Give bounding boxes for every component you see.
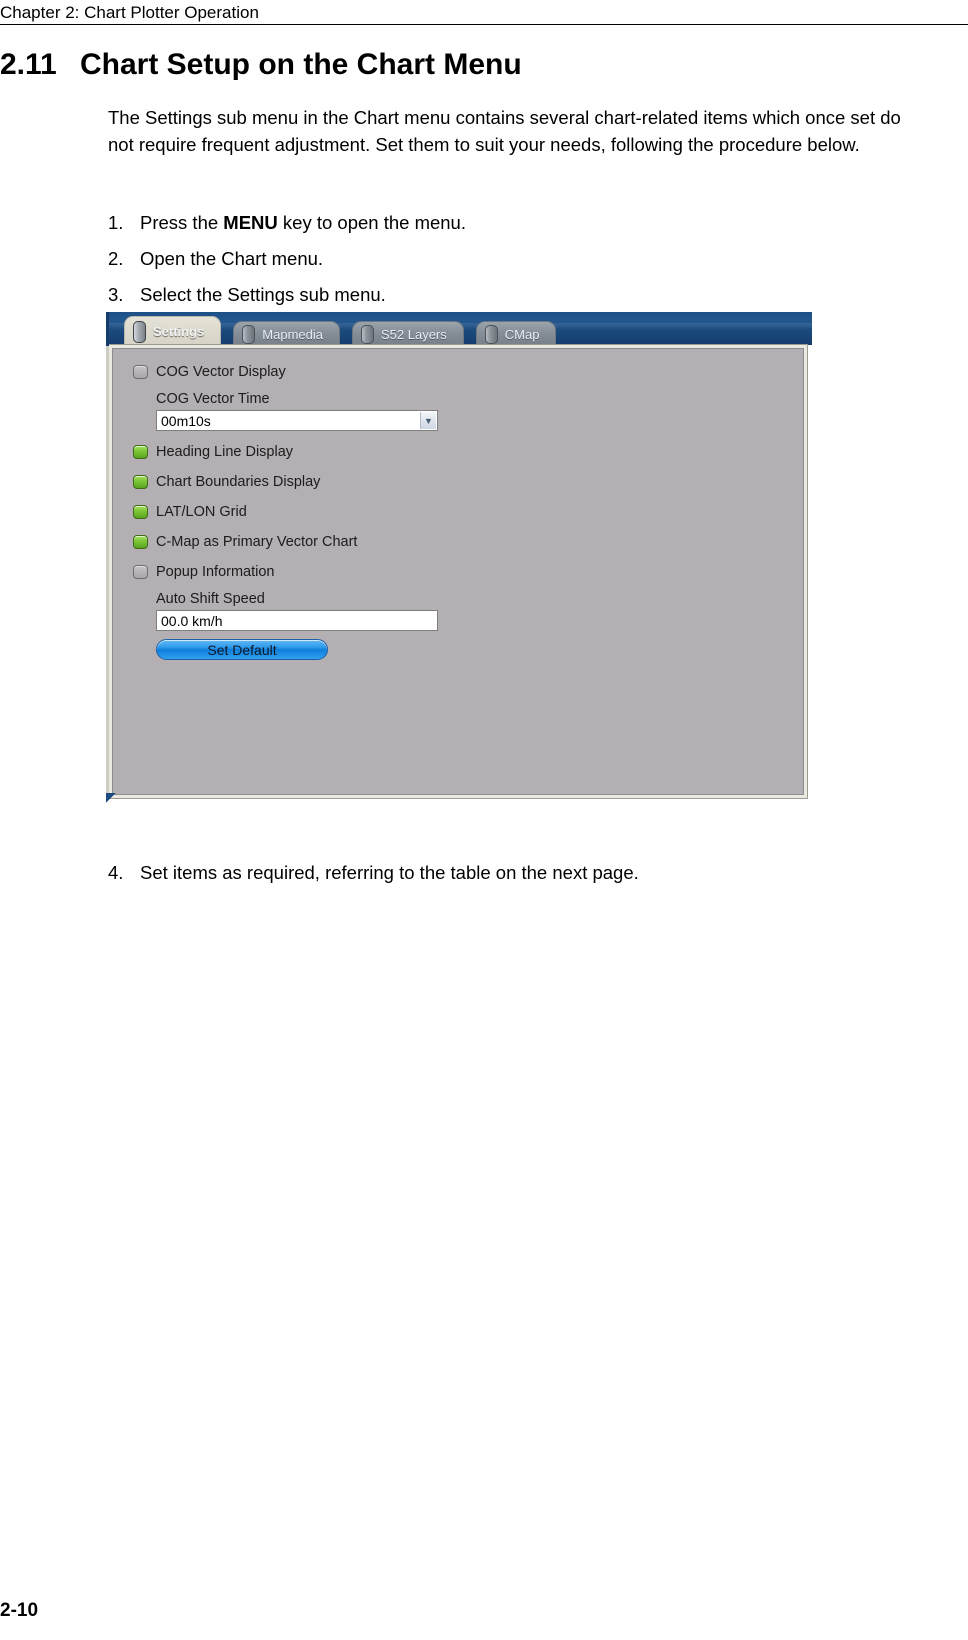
setting-label: C-Map as Primary Vector Chart <box>156 534 358 550</box>
step-text-pre: Select the Settings sub menu. <box>140 284 386 305</box>
tab-mapmedia[interactable]: Mapmedia <box>233 321 340 346</box>
step-text: Open the Chart menu. <box>140 241 323 277</box>
tab-knob-icon <box>133 320 146 343</box>
step-text: Press the MENU key to open the menu. <box>140 205 466 241</box>
section-title: Chart Setup on the Chart Menu <box>80 48 522 81</box>
settings-screenshot-figure: Settings Mapmedia S52 Layers CMap COG Ve… <box>106 312 812 803</box>
setting-cog-vector-time: COG Vector Time 00m10s ▼ <box>156 389 773 431</box>
setting-auto-shift-speed: Auto Shift Speed 00.0 km/h <box>156 589 773 631</box>
list-item: 1. Press the MENU key to open the menu. <box>108 205 928 241</box>
checkbox-icon[interactable] <box>133 365 148 379</box>
figure-corner-accent <box>106 793 116 803</box>
setting-cmap-primary-vector-chart[interactable]: C-Map as Primary Vector Chart <box>133 527 773 557</box>
tab-knob-icon <box>242 324 256 344</box>
cog-vector-time-value: 00m10s <box>161 412 211 429</box>
tab-s52-layers-label: S52 Layers <box>381 326 447 342</box>
checkbox-icon[interactable] <box>133 565 148 579</box>
step-text-pre: Open the Chart menu. <box>140 248 324 269</box>
setting-label: LAT/LON Grid <box>156 504 247 520</box>
tab-knob-icon <box>361 324 374 344</box>
procedure-steps: 1. Press the MENU key to open the menu. … <box>108 205 928 313</box>
page-number: 2-10 <box>0 1600 39 1621</box>
checkbox-icon[interactable] <box>133 505 148 519</box>
tab-mapmedia-label: Mapmedia <box>262 326 323 342</box>
step-text-post: key to open the menu. <box>277 212 466 233</box>
setting-lat-lon-grid[interactable]: LAT/LON Grid <box>133 497 773 527</box>
page-title: 2.11 Chart Setup on the Chart Menu <box>0 48 940 82</box>
tab-settings[interactable]: Settings <box>124 316 222 346</box>
field-label: COG Vector Time <box>156 391 270 407</box>
setting-label: COG Vector Display <box>156 364 286 380</box>
checkbox-icon[interactable] <box>133 535 148 549</box>
settings-list: COG Vector Display COG Vector Time 00m10… <box>133 357 773 660</box>
intro-paragraph: The Settings sub menu in the Chart menu … <box>108 107 901 155</box>
field-label: Auto Shift Speed <box>156 591 265 607</box>
setting-cog-vector-display[interactable]: COG Vector Display <box>133 357 773 387</box>
step-number: 2. <box>108 248 124 269</box>
setting-chart-boundaries-display[interactable]: Chart Boundaries Display <box>133 467 773 497</box>
step-number: 1. <box>108 212 124 233</box>
tab-settings-label: Settings <box>153 324 205 339</box>
list-item: 3. Select the Settings sub menu. <box>108 277 928 313</box>
setting-label: Chart Boundaries Display <box>156 474 321 490</box>
setting-label: Popup Information <box>156 564 275 580</box>
auto-shift-speed-input[interactable]: 00.0 km/h <box>156 610 438 631</box>
chevron-down-icon[interactable]: ▼ <box>420 412 436 429</box>
tab-s52-layers[interactable]: S52 Layers <box>352 321 464 346</box>
settings-panel: COG Vector Display COG Vector Time 00m10… <box>108 344 808 799</box>
set-default-button[interactable]: Set Default <box>156 639 328 660</box>
checkbox-icon[interactable] <box>133 445 148 459</box>
tab-cmap-label: CMap <box>504 326 540 342</box>
auto-shift-speed-value: 00.0 km/h <box>161 612 223 629</box>
set-default-label: Set Default <box>207 641 277 658</box>
step-text-pre: Press the <box>140 212 224 233</box>
setting-label: Heading Line Display <box>156 444 294 460</box>
tab-cmap[interactable]: CMap <box>475 321 557 346</box>
step-number: 3. <box>108 284 124 305</box>
step-number: 4. <box>108 862 124 883</box>
cog-vector-time-select[interactable]: 00m10s ▼ <box>156 410 438 431</box>
step-text: Select the Settings sub menu. <box>140 277 386 313</box>
running-head: Chapter 2: Chart Plotter Operation <box>0 3 259 22</box>
step-text: Set items as required, referring to the … <box>140 862 639 883</box>
step-text-key: MENU <box>223 212 278 233</box>
figure-left-edge <box>106 312 109 800</box>
settings-panel-inner: COG Vector Display COG Vector Time 00m10… <box>112 348 804 795</box>
list-item: 2. Open the Chart menu. <box>108 241 928 277</box>
tab-bar: Settings Mapmedia S52 Layers CMap <box>124 316 568 346</box>
setting-popup-information[interactable]: Popup Information <box>133 557 773 587</box>
setting-heading-line-display[interactable]: Heading Line Display <box>133 437 773 467</box>
checkbox-icon[interactable] <box>133 475 148 489</box>
list-item: 4. Set items as required, referring to t… <box>108 858 928 888</box>
running-head-rule <box>0 24 968 25</box>
tab-knob-icon <box>484 324 498 344</box>
section-number: 2.11 <box>0 48 57 81</box>
